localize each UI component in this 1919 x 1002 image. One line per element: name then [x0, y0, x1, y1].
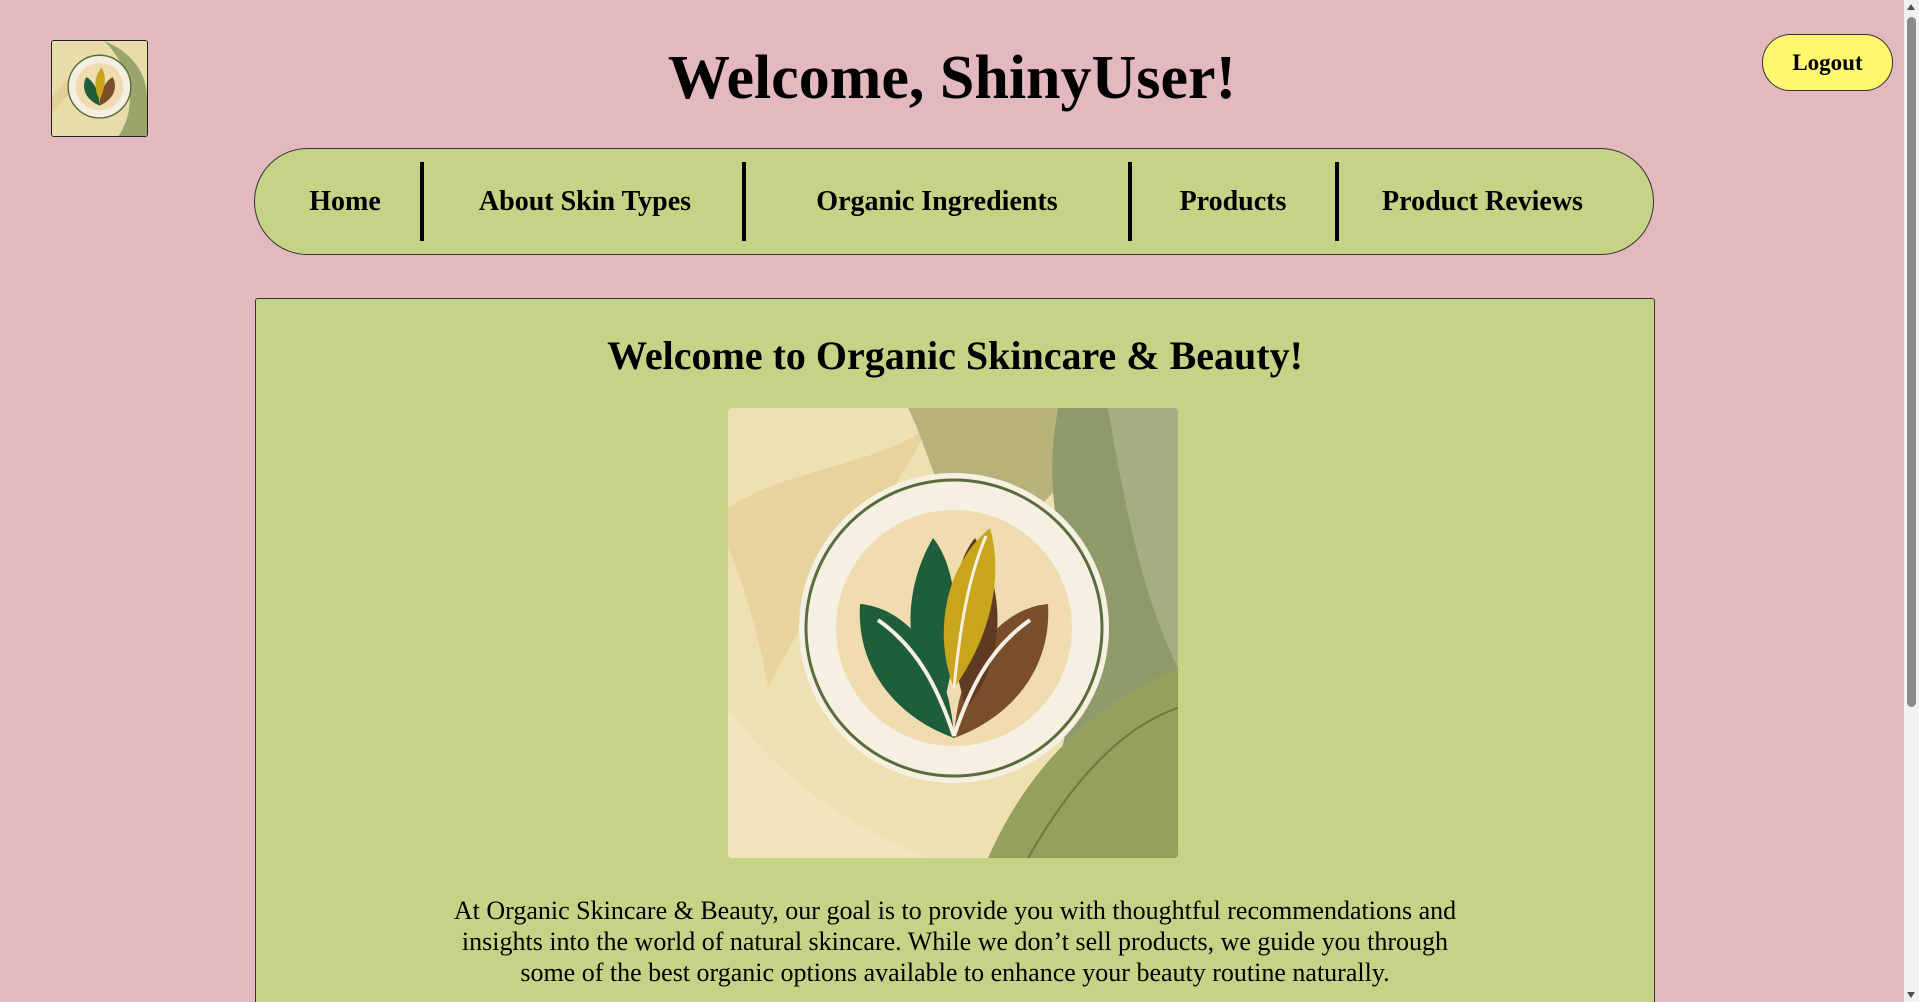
welcome-section: Welcome to Organic Skincare & Beauty! At…	[255, 298, 1655, 1002]
logout-button[interactable]: Logout	[1762, 34, 1893, 91]
nav-item-home[interactable]: Home	[295, 149, 395, 254]
welcome-heading: Welcome, ShinyUser!	[667, 44, 1237, 112]
nav-item-about-skin-types[interactable]: About Skin Types	[425, 149, 745, 254]
nav-divider	[742, 162, 746, 241]
scroll-thumb[interactable]	[1907, 17, 1916, 707]
hero-image	[728, 408, 1178, 858]
nav-item-product-reviews[interactable]: Product Reviews	[1340, 149, 1625, 254]
nav-divider	[1128, 162, 1132, 241]
vertical-scrollbar[interactable]	[1904, 0, 1919, 1002]
nav-divider	[1335, 162, 1339, 241]
page: Welcome, ShinyUser! Logout Home About Sk…	[0, 0, 1919, 1002]
leaf-emblem-icon	[728, 408, 1178, 858]
section-title: Welcome to Organic Skincare & Beauty!	[607, 333, 1303, 378]
scroll-up-arrow-icon[interactable]	[1907, 4, 1915, 10]
nav-divider	[420, 162, 424, 241]
nav-item-organic-ingredients[interactable]: Organic Ingredients	[747, 149, 1127, 254]
scroll-down-arrow-icon[interactable]	[1907, 992, 1915, 998]
intro-paragraph: At Organic Skincare & Beauty, our goal i…	[453, 896, 1457, 987]
nav-item-products[interactable]: Products	[1133, 149, 1333, 254]
main-navigation: Home About Skin Types Organic Ingredient…	[254, 148, 1654, 255]
